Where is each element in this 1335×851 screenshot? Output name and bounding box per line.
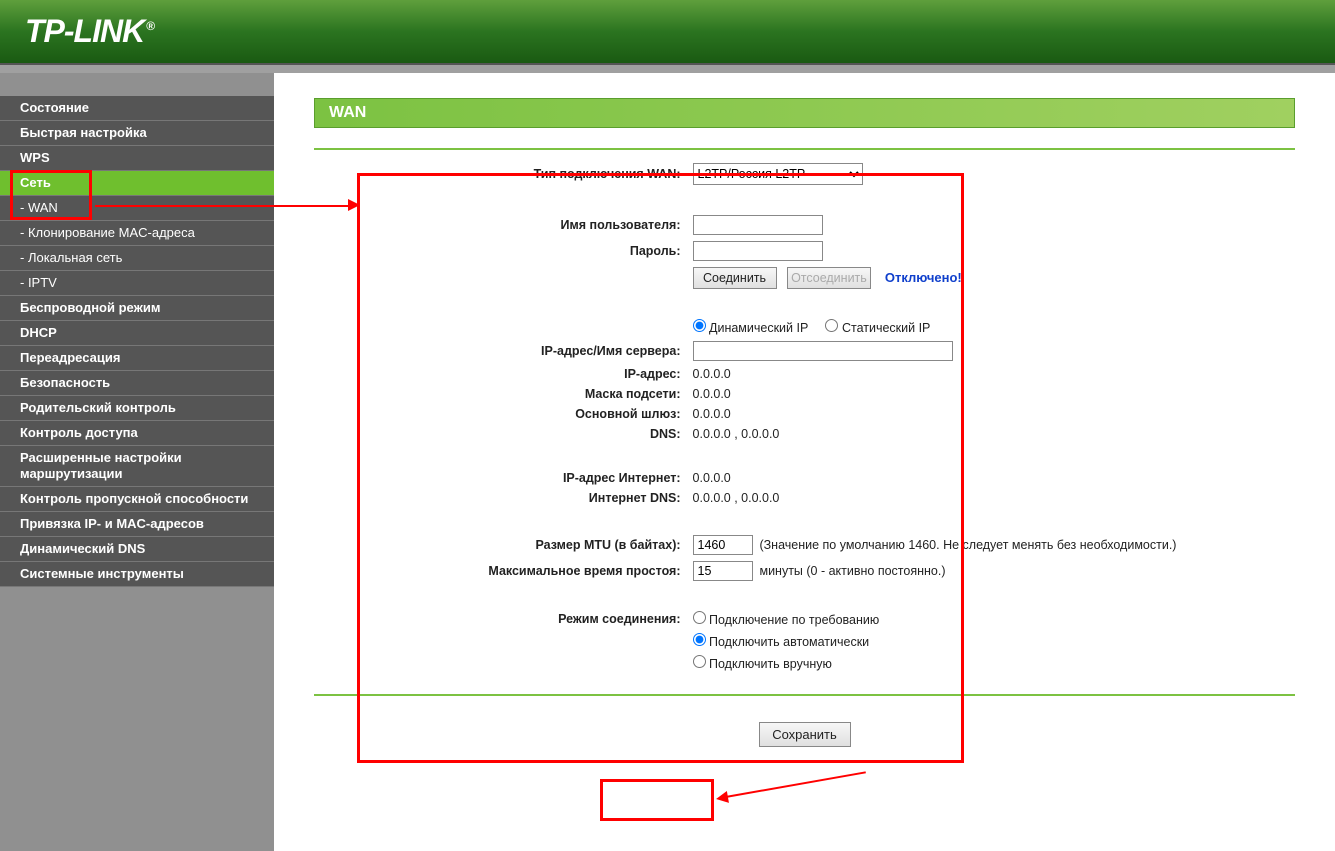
sidebar-item-forwarding[interactable]: Переадресация: [0, 346, 274, 371]
divider-top: [314, 148, 1295, 150]
wan-form: Тип подключения WAN: L2TP/Россия L2TP Им…: [427, 160, 1183, 674]
gateway-label: Основной шлюз:: [427, 404, 687, 424]
page-title: WAN: [314, 98, 1295, 128]
divider-bottom: [314, 694, 1295, 696]
ip-addr-value: 0.0.0.0: [687, 364, 1183, 384]
ipmode-dynamic-option[interactable]: Динамический IP: [693, 321, 809, 335]
content-area: WAN Тип подключения WAN: L2TP/Россия L2T…: [274, 73, 1335, 851]
brand-logo: TP-LINK®: [25, 13, 154, 50]
sidebar-item-advanced-routing[interactable]: Расширенные настройки маршрутизации: [0, 446, 274, 487]
connmode-auto-option[interactable]: Подключить автоматически: [693, 635, 870, 649]
wan-type-select[interactable]: L2TP/Россия L2TP: [693, 163, 863, 185]
mtu-label: Размер MTU (в байтах):: [427, 532, 687, 558]
sidebar-item-lan[interactable]: - Локальная сеть: [0, 246, 274, 271]
server-ip-input[interactable]: [693, 341, 953, 361]
sidebar-item-security[interactable]: Безопасность: [0, 371, 274, 396]
sidebar-item-ddns[interactable]: Динамический DNS: [0, 537, 274, 562]
ipmode-dynamic-radio[interactable]: [693, 319, 706, 332]
sidebar-item-quick-setup[interactable]: Быстрая настройка: [0, 121, 274, 146]
ip-addr-label: IP-адрес:: [427, 364, 687, 384]
sidebar: Состояние Быстрая настройка WPS Сеть - W…: [0, 73, 274, 851]
connmode-label: Режим соединения:: [427, 608, 687, 630]
subnet-label: Маска подсети:: [427, 384, 687, 404]
password-label: Пароль:: [427, 238, 687, 264]
header: TP-LINK®: [0, 0, 1335, 65]
username-label: Имя пользователя:: [427, 212, 687, 238]
inet-dns-value: 0.0.0.0 , 0.0.0.0: [687, 488, 1183, 508]
sidebar-item-wps[interactable]: WPS: [0, 146, 274, 171]
sidebar-item-mac-clone[interactable]: - Клонирование MAC-адреса: [0, 221, 274, 246]
gateway-value: 0.0.0.0: [687, 404, 1183, 424]
sidebar-item-wan[interactable]: - WAN: [0, 196, 274, 221]
sidebar-item-dhcp[interactable]: DHCP: [0, 321, 274, 346]
inet-ip-label: IP-адрес Интернет:: [427, 468, 687, 488]
inet-ip-value: 0.0.0.0: [687, 468, 1183, 488]
username-input[interactable]: [693, 215, 823, 235]
connection-status: Отключено!: [885, 270, 962, 285]
idle-hint: минуты (0 - активно постоянно.): [759, 564, 945, 578]
sidebar-item-wireless[interactable]: Беспроводной режим: [0, 296, 274, 321]
connmode-manual-option[interactable]: Подключить вручную: [693, 657, 832, 671]
password-input[interactable]: [693, 241, 823, 261]
main-layout: Состояние Быстрая настройка WPS Сеть - W…: [0, 65, 1335, 851]
mtu-input[interactable]: [693, 535, 753, 555]
sidebar-item-status[interactable]: Состояние: [0, 96, 274, 121]
dns-value: 0.0.0.0 , 0.0.0.0: [687, 424, 1183, 444]
dns-label: DNS:: [427, 424, 687, 444]
connmode-demand-option[interactable]: Подключение по требованию: [693, 613, 880, 627]
mtu-hint: (Значение по умолчанию 1460. Не следует …: [759, 538, 1176, 552]
connect-button[interactable]: Соединить: [693, 267, 777, 289]
idle-label: Максимальное время простоя:: [427, 558, 687, 584]
sidebar-item-access-control[interactable]: Контроль доступа: [0, 421, 274, 446]
connmode-auto-radio[interactable]: [693, 633, 706, 646]
save-button[interactable]: Сохранить: [759, 722, 851, 747]
inet-dns-label: Интернет DNS:: [427, 488, 687, 508]
sidebar-item-ip-mac-binding[interactable]: Привязка IP- и MAC-адресов: [0, 512, 274, 537]
sidebar-item-iptv[interactable]: - IPTV: [0, 271, 274, 296]
connmode-manual-radio[interactable]: [693, 655, 706, 668]
subnet-value: 0.0.0.0: [687, 384, 1183, 404]
ipmode-static-option[interactable]: Статический IP: [825, 321, 930, 335]
sidebar-item-system-tools[interactable]: Системные инструменты: [0, 562, 274, 587]
idle-input[interactable]: [693, 561, 753, 581]
sidebar-item-network[interactable]: Сеть: [0, 171, 274, 196]
wan-type-label: Тип подключения WAN:: [427, 160, 687, 188]
sidebar-item-parental[interactable]: Родительский контроль: [0, 396, 274, 421]
save-row: Сохранить: [314, 706, 1295, 747]
connmode-demand-radio[interactable]: [693, 611, 706, 624]
disconnect-button[interactable]: Отсоединить: [787, 267, 871, 289]
ipmode-static-radio[interactable]: [825, 319, 838, 332]
server-ip-label: IP-адрес/Имя сервера:: [427, 338, 687, 364]
sidebar-item-bandwidth[interactable]: Контроль пропускной способности: [0, 487, 274, 512]
